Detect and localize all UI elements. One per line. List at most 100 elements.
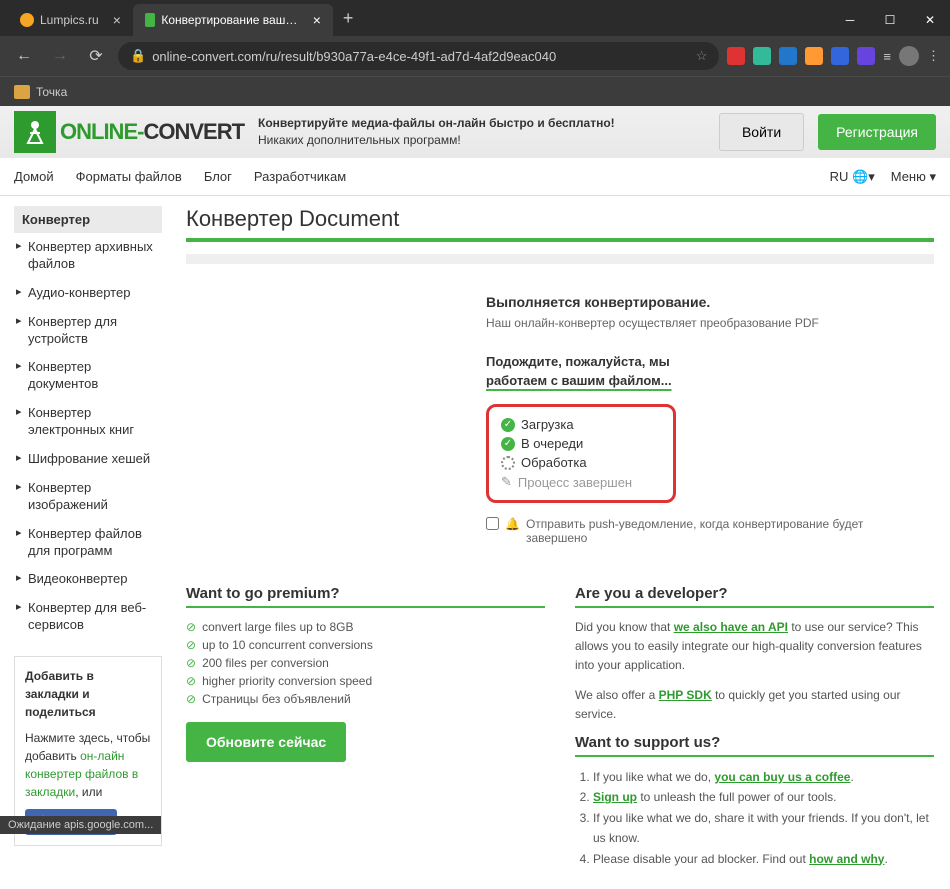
status-queue: В очереди <box>521 436 583 451</box>
api-link[interactable]: we also have an API <box>674 620 788 634</box>
upgrade-button[interactable]: Обновите сейчас <box>186 722 346 762</box>
bell-icon: 🔔 <box>505 517 520 531</box>
support-item: If you like what we do, you can buy us a… <box>593 767 934 787</box>
tab-convert[interactable]: Конвертирование ваших файлов × <box>133 4 333 36</box>
spinner-icon <box>501 456 515 470</box>
dev-text: We also offer a <box>575 688 659 702</box>
profile-icon[interactable] <box>899 46 919 66</box>
wait-text: работаем с вашим файлом... <box>486 373 916 392</box>
bookmark-bar: Точка <box>0 76 950 106</box>
logo[interactable]: ONLINE-CONVERT <box>14 111 244 153</box>
feature: 200 files per conversion <box>202 656 329 670</box>
edit-icon: ✎ <box>501 474 512 490</box>
address-bar[interactable]: 🔒 online-convert.com/ru/result/b930a77a-… <box>118 42 719 70</box>
reading-list-icon[interactable]: ≡ <box>883 49 891 64</box>
menu-toggle[interactable]: Меню ▾ <box>891 169 936 185</box>
wait-text: Подождите, пожалуйста, мы <box>486 354 916 369</box>
sidebar-item-ebook[interactable]: Конвертер электронных книг <box>14 399 162 445</box>
tab-title: Конвертирование ваших файлов <box>161 13 298 27</box>
signup-link[interactable]: Sign up <box>593 790 637 804</box>
lang-selector[interactable]: RU 🌐▾ <box>830 169 875 185</box>
check-icon: ⊘ <box>186 638 196 652</box>
sdk-link[interactable]: PHP SDK <box>659 688 712 702</box>
tab-title: Lumpics.ru <box>40 13 99 27</box>
converting-title: Выполняется конвертирование. <box>486 294 916 310</box>
favicon-icon <box>20 13 34 27</box>
nav-formats[interactable]: Форматы файлов <box>76 169 182 184</box>
check-icon: ⊘ <box>186 620 196 634</box>
status-upload: Загрузка <box>521 417 574 432</box>
new-tab-button[interactable]: + <box>333 8 364 29</box>
sidebar-item-hash[interactable]: Шифрование хешей <box>14 445 162 474</box>
close-window-button[interactable]: ✕ <box>910 4 950 36</box>
statusbar: Ожидание apis.google.com... <box>0 816 161 834</box>
ext-icon[interactable] <box>831 47 849 65</box>
minimize-button[interactable]: ─ <box>830 4 870 36</box>
sidebar-title: Конвертер <box>14 206 162 233</box>
dev-text: Did you know that <box>575 620 674 634</box>
check-icon: ⊘ <box>186 656 196 670</box>
forward-button[interactable]: → <box>46 47 74 65</box>
nav-blog[interactable]: Блог <box>204 169 232 184</box>
ext-icon[interactable] <box>727 47 745 65</box>
sidebar-item-device[interactable]: Конвертер для устройств <box>14 308 162 354</box>
top-nav: Домой Форматы файлов Блог Разработчикам … <box>0 158 950 196</box>
address-row: ← → ⟳ 🔒 online-convert.com/ru/result/b93… <box>0 36 950 76</box>
push-checkbox[interactable] <box>486 517 499 530</box>
status-box: ✓Загрузка ✓В очереди Обработка ✎Процесс … <box>486 404 676 503</box>
divider <box>186 238 934 242</box>
howwhy-link[interactable]: how and why <box>809 852 884 866</box>
sidebar-item-audio[interactable]: Аудио-конвертер <box>14 279 162 308</box>
feature: higher priority conversion speed <box>202 674 372 688</box>
support-title: Want to support us? <box>575 734 934 757</box>
favicon-icon <box>145 13 155 27</box>
sidebar-item-archive[interactable]: Конвертер архивных файлов <box>14 233 162 279</box>
lock-icon: 🔒 <box>130 48 146 64</box>
ext-icon[interactable] <box>753 47 771 65</box>
star-icon[interactable]: ☆ <box>696 48 708 64</box>
bookmark-box-title: Добавить в закладки и поделиться <box>25 667 151 721</box>
developer-column: Are you a developer? Did you know that w… <box>575 585 934 869</box>
logo-icon <box>14 111 56 153</box>
main-content: Конвертер Document Выполняется конвертир… <box>170 196 950 889</box>
ext-icon[interactable] <box>857 47 875 65</box>
ext-icon[interactable] <box>805 47 823 65</box>
nav-developers[interactable]: Разработчикам <box>254 169 346 184</box>
nav-home[interactable]: Домой <box>14 169 54 184</box>
close-icon[interactable]: × <box>113 12 121 28</box>
sidebar-item-software[interactable]: Конвертер файлов для программ <box>14 520 162 566</box>
sidebar-item-web[interactable]: Конвертер для веб-сервисов <box>14 594 162 640</box>
support-item: If you like what we do, share it with yo… <box>593 808 934 849</box>
support-item: Sign up to unleash the full power of our… <box>593 787 934 807</box>
page-title: Конвертер Document <box>186 206 934 232</box>
site-header: ONLINE-CONVERT Конвертируйте медиа-файлы… <box>0 106 950 158</box>
status-done: Процесс завершен <box>518 475 632 490</box>
menu-icon[interactable]: ⋮ <box>927 48 940 64</box>
check-icon: ⊘ <box>186 692 196 706</box>
back-button[interactable]: ← <box>10 47 38 65</box>
feature: Страницы без объявлений <box>202 692 351 706</box>
tab-lumpics[interactable]: Lumpics.ru × <box>8 4 133 36</box>
bookmark-item[interactable]: Точка <box>36 85 67 99</box>
bookmark-text2: , или <box>75 785 102 799</box>
converting-subtitle: Наш онлайн-конвертер осуществляет преобр… <box>486 316 916 330</box>
tagline: Конвертируйте медиа-файлы он-лайн быстро… <box>258 115 615 149</box>
developer-title: Are you a developer? <box>575 585 934 608</box>
register-button[interactable]: Регистрация <box>818 114 936 150</box>
sidebar-item-video[interactable]: Видеоконвертер <box>14 565 162 594</box>
sidebar-item-document[interactable]: Конвертер документов <box>14 353 162 399</box>
folder-icon <box>14 85 30 99</box>
browser-tab-strip: Lumpics.ru × Конвертирование ваших файло… <box>0 0 950 36</box>
login-button[interactable]: Войти <box>719 113 804 151</box>
status-processing: Обработка <box>521 455 587 470</box>
divider <box>186 254 934 264</box>
coffee-link[interactable]: you can buy us a coffee <box>714 770 850 784</box>
reload-button[interactable]: ⟳ <box>82 46 110 66</box>
sidebar: Конвертер Конвертер архивных файлов Ауди… <box>0 196 170 889</box>
logo-text: ONLINE-CONVERT <box>60 119 244 145</box>
ext-icon[interactable] <box>779 47 797 65</box>
check-icon: ✓ <box>501 418 515 432</box>
close-icon[interactable]: × <box>313 12 321 28</box>
maximize-button[interactable]: ☐ <box>870 4 910 36</box>
sidebar-item-image[interactable]: Конвертер изображений <box>14 474 162 520</box>
